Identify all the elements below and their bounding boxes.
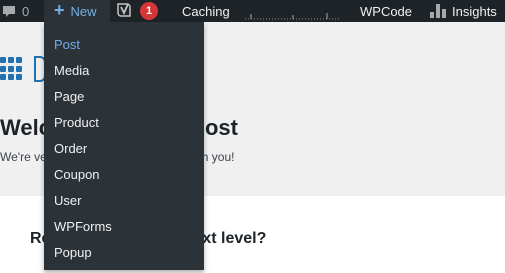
comments-count: 0 xyxy=(22,3,30,19)
welcome-subtitle-left: We're ve xyxy=(0,150,47,164)
new-menu-item-product[interactable]: Product xyxy=(44,109,204,135)
welcome-title-right: ost xyxy=(204,115,238,140)
insights-menu[interactable]: Insights xyxy=(430,0,497,22)
plugin-logo-grid-icon xyxy=(0,57,24,81)
notification-badge: 1 xyxy=(140,2,158,20)
new-menu-item-user[interactable]: User xyxy=(44,187,204,213)
welcome-subtitle-right: h you! xyxy=(201,150,235,164)
new-menu-item-wpforms[interactable]: WPForms xyxy=(44,213,204,239)
new-menu-item-page[interactable]: Page xyxy=(44,83,204,109)
new-menu-item-post[interactable]: Post xyxy=(44,31,204,57)
yoast-logo-icon xyxy=(117,3,131,17)
bar-chart-icon xyxy=(430,4,446,18)
new-content-dropdown: Post Media Page Product Order Coupon User WPFor… xyxy=(44,22,204,270)
caching-label: Caching xyxy=(182,3,230,19)
stats-sparkline[interactable] xyxy=(245,6,340,20)
new-menu-item-coupon[interactable]: Coupon xyxy=(44,161,204,187)
new-menu-item-media[interactable]: Media xyxy=(44,57,204,83)
caching-menu[interactable]: Caching xyxy=(182,0,230,22)
card-title-right: ext level? xyxy=(193,230,267,247)
wpcode-label: WPCode xyxy=(360,3,413,19)
new-menu-item-order[interactable]: Order xyxy=(44,135,204,161)
insights-label: Insights xyxy=(452,3,497,19)
comments-menu[interactable]: 0 xyxy=(2,0,29,22)
yoast-seo-menu[interactable]: 1 xyxy=(116,0,158,22)
new-menu-item-popup[interactable]: Popup xyxy=(44,239,204,265)
new-label: New xyxy=(70,3,97,19)
admin-bar: 0 + New 1 Caching WPCode Insights xyxy=(0,0,505,22)
wpcode-menu[interactable]: WPCode xyxy=(360,0,412,22)
comment-bubble-icon xyxy=(3,6,15,17)
plus-icon: + xyxy=(54,0,65,20)
new-content-menu[interactable]: + New xyxy=(44,0,110,22)
